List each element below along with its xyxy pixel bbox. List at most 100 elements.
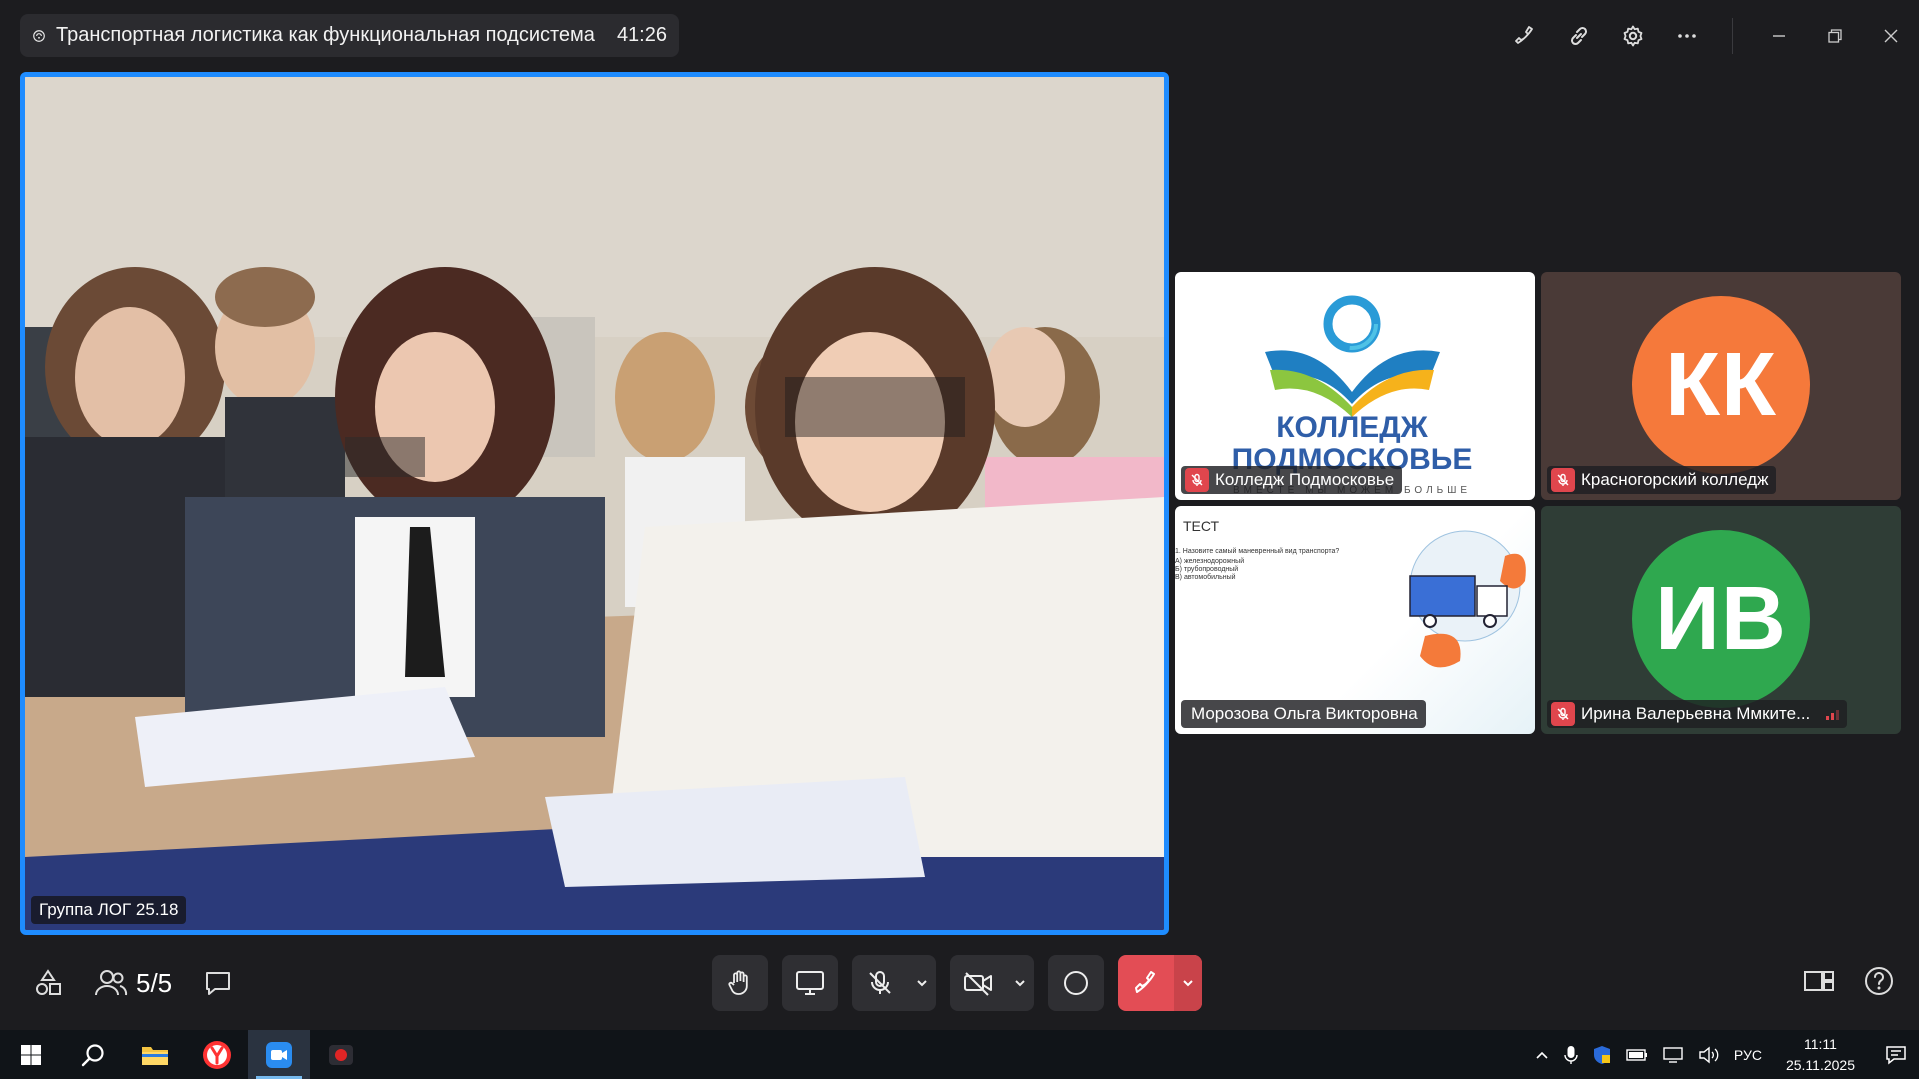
participant-name: Морозова Ольга Викторовна <box>1191 704 1418 723</box>
help-button[interactable] <box>1863 965 1895 1002</box>
search-button[interactable] <box>62 1030 124 1079</box>
restore-icon <box>1828 28 1842 43</box>
clock-date: 25.11.2025 <box>1785 1056 1855 1073</box>
record-app-icon <box>329 1044 353 1065</box>
windows-logo-icon <box>21 1044 41 1065</box>
participant-tile-college[interactable]: КОЛЛЕДЖ ПОДМОСКОВЬЕ ВМЕСТЕ МЫ МОЖЕМ БОЛЬ… <box>1175 272 1535 500</box>
minimize-button[interactable] <box>1751 14 1807 57</box>
raise-hand-button[interactable] <box>712 955 768 1011</box>
record-circle-icon <box>1064 971 1088 995</box>
clock[interactable]: 11:11 25.11.2025 <box>1786 1034 1855 1076</box>
participants-button[interactable]: 5/5 <box>94 968 172 999</box>
chat-button[interactable] <box>198 963 238 1003</box>
muted-mic-icon <box>1551 702 1575 726</box>
leave-call-button[interactable] <box>1118 955 1174 1011</box>
more-button[interactable] <box>1660 14 1714 57</box>
copy-link-button[interactable] <box>1552 14 1606 57</box>
slide-option: А) железнодорожный <box>1175 558 1245 565</box>
leave-call-control <box>1118 955 1202 1011</box>
slide-title: ТЕСТ <box>1183 518 1220 534</box>
avatar: КК <box>1632 296 1810 474</box>
participant-name-label: Морозова Ольга Викторовна <box>1181 700 1426 728</box>
weak-signal-icon <box>1826 708 1840 720</box>
muted-mic-icon <box>1551 468 1575 492</box>
hangup-phone-icon <box>1135 971 1155 993</box>
call-controls <box>712 955 1202 1011</box>
participant-name-label: Красногорский колледж <box>1547 466 1777 494</box>
camera-control <box>950 955 1034 1011</box>
participant-name-label: Колледж Подмосковье <box>1181 466 1403 494</box>
people-icon <box>95 970 128 996</box>
top-actions <box>1498 14 1919 57</box>
chevron-down-icon <box>917 980 927 987</box>
more-dots-icon <box>1678 33 1696 38</box>
close-button[interactable] <box>1863 14 1919 57</box>
classroom-video-frame <box>25 77 1164 930</box>
video-meeting-app-icon <box>266 1041 292 1068</box>
meeting-app-taskbar-button[interactable] <box>248 1030 310 1079</box>
record-button[interactable] <box>1048 955 1104 1011</box>
chevron-up-icon[interactable] <box>1534 1047 1550 1063</box>
screen-share-icon <box>796 971 824 995</box>
battery-icon[interactable] <box>1626 1048 1648 1062</box>
muted-mic-icon <box>1185 468 1209 492</box>
camera-off-icon <box>964 972 992 996</box>
gear-icon <box>1623 25 1643 46</box>
hand-icon <box>728 970 748 995</box>
right-controls <box>1803 955 1895 1011</box>
microphone-toggle-button[interactable] <box>852 955 908 1011</box>
chat-icon <box>206 972 231 995</box>
phone-button[interactable] <box>1498 14 1552 57</box>
layout-grid-icon <box>1804 970 1834 991</box>
restore-button[interactable] <box>1807 14 1863 57</box>
yandex-browser-button[interactable] <box>186 1030 248 1079</box>
yandex-browser-icon <box>203 1040 231 1069</box>
participant-name-label: Ирина Валерьевна Ммките... <box>1547 700 1848 728</box>
input-language[interactable]: РУС <box>1734 1047 1762 1063</box>
slide-option: В) автомобильный <box>1175 574 1236 581</box>
participant-name: Красногорский колледж <box>1581 470 1769 489</box>
slide-option: Б) трубопроводный <box>1175 566 1239 573</box>
recorder-app-button[interactable] <box>310 1030 372 1079</box>
layout-toggle-button[interactable] <box>1803 967 1835 1000</box>
link-icon <box>1570 26 1588 45</box>
share-screen-button[interactable] <box>782 955 838 1011</box>
close-icon <box>1884 29 1898 42</box>
phone-icon <box>1515 25 1533 44</box>
mic-off-icon <box>869 971 891 994</box>
leave-call-options-button[interactable] <box>1174 955 1202 1011</box>
meeting-info-icon[interactable] <box>32 25 46 47</box>
chevron-down-icon <box>1015 980 1025 987</box>
participant-tile-irina[interactable]: ИВ Ирина Валерьевна Ммките... <box>1541 506 1901 734</box>
volume-icon[interactable] <box>1698 1046 1720 1064</box>
college-logo-line1: КОЛЛЕДЖ <box>1276 411 1428 444</box>
notification-center-icon[interactable] <box>1885 1044 1907 1066</box>
participant-name: Ирина Валерьевна Ммките... <box>1581 704 1811 723</box>
microphone-options-button[interactable] <box>908 955 936 1011</box>
left-controls: 5/5 <box>28 955 238 1011</box>
toolbar-divider <box>1732 17 1733 54</box>
microphone-tray-icon[interactable] <box>1564 1045 1578 1065</box>
main-video-tile[interactable]: Группа ЛОГ 25.18 <box>20 72 1169 935</box>
folder-icon <box>142 1046 168 1065</box>
network-icon[interactable] <box>1662 1046 1684 1064</box>
camera-toggle-button[interactable] <box>950 955 1006 1011</box>
layout-shapes-button[interactable] <box>28 963 68 1003</box>
participant-tile-krasnogorsk[interactable]: КК Красногорский колледж <box>1541 272 1901 500</box>
security-shield-icon[interactable] <box>1592 1045 1612 1065</box>
settings-button[interactable] <box>1606 14 1660 57</box>
file-explorer-button[interactable] <box>124 1030 186 1079</box>
microphone-control <box>852 955 936 1011</box>
participant-tile-morozova[interactable]: ТЕСТ 1. Назовите самый маневренный вид т… <box>1175 506 1535 734</box>
search-icon <box>81 1043 104 1066</box>
start-button[interactable] <box>0 1030 62 1079</box>
participant-name: Колледж Подмосковье <box>1215 470 1395 489</box>
windows-taskbar: РУС 11:11 25.11.2025 <box>0 1030 1919 1079</box>
clock-time: 11:11 <box>1804 1035 1837 1052</box>
system-tray: РУС 11:11 25.11.2025 <box>1534 1030 1919 1079</box>
participants-count: 5/5 <box>136 967 173 998</box>
main-video-label: Группа ЛОГ 25.18 <box>31 896 187 924</box>
camera-options-button[interactable] <box>1006 955 1034 1011</box>
chevron-down-icon <box>1183 980 1193 987</box>
meeting-title: Транспортная логистика как функциональна… <box>56 24 595 46</box>
